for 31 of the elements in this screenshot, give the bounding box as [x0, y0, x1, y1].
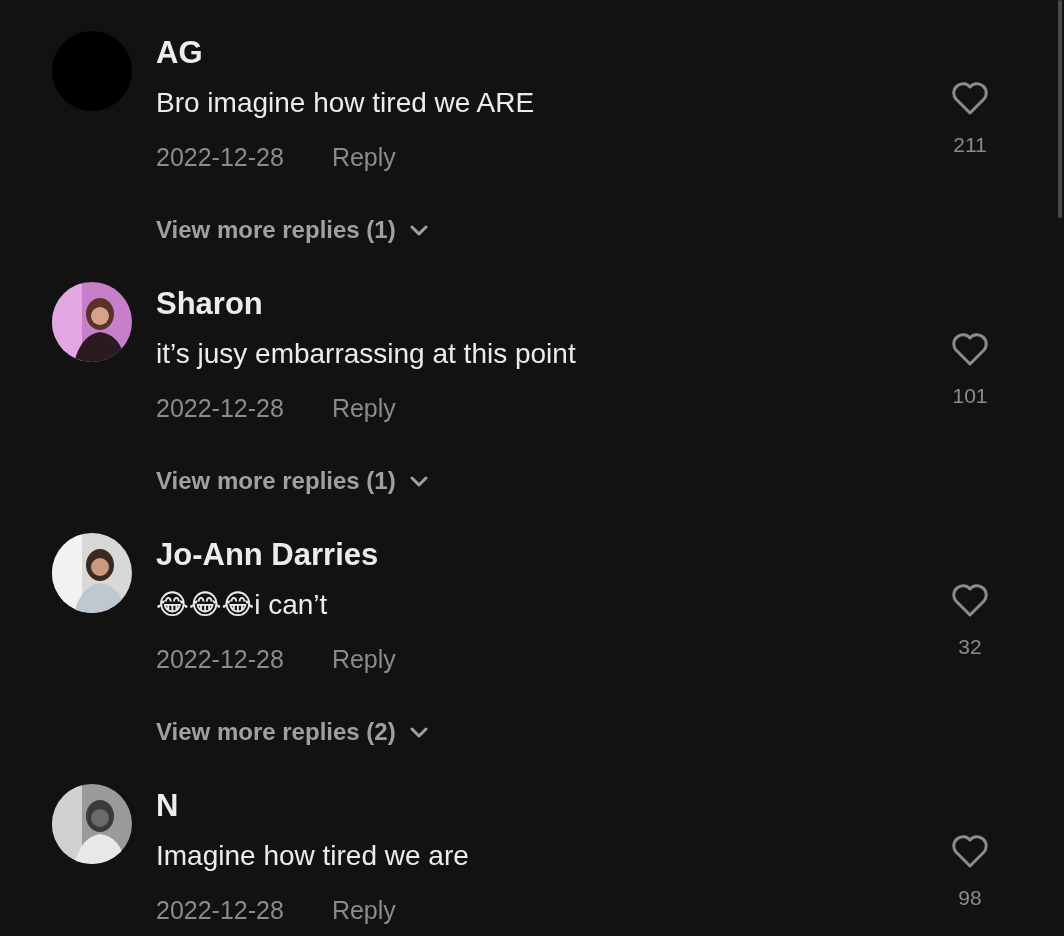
reply-link[interactable]: Reply — [331, 142, 396, 172]
heart-icon[interactable] — [951, 584, 989, 618]
view-replies-button[interactable]: View more replies (1) — [156, 210, 428, 250]
reply-link[interactable]: Reply — [331, 393, 396, 423]
like-count: 211 — [953, 133, 987, 157]
view-replies-button[interactable]: View more replies (1) — [156, 461, 428, 501]
comment-date: 2022-12-28 — [156, 895, 284, 925]
comment-date: 2022-12-28 — [156, 142, 284, 172]
like-count: 32 — [958, 635, 982, 659]
chevron-down-icon — [409, 224, 428, 236]
comment-date: 2022-12-28 — [156, 644, 284, 674]
heart-icon[interactable] — [951, 82, 989, 116]
heart-icon[interactable] — [951, 835, 989, 869]
like-count: 98 — [958, 886, 982, 910]
like-count: 101 — [952, 384, 988, 408]
scrollbar[interactable] — [1058, 0, 1062, 218]
comment-text: it’s jusy embarrassing at this point — [156, 337, 576, 371]
comment-text: Bro imagine how tired we ARE — [156, 86, 535, 120]
comment-text: Imagine how tired we are — [156, 839, 469, 873]
username[interactable]: Jo-Ann Darries — [156, 533, 379, 577]
view-replies-button[interactable]: View more replies (2) — [156, 712, 428, 752]
reply-link[interactable]: Reply — [331, 644, 396, 674]
username[interactable]: N — [156, 784, 179, 828]
reply-link[interactable]: Reply — [331, 895, 396, 925]
username[interactable]: Sharon — [156, 282, 263, 326]
username[interactable]: AG — [156, 31, 203, 75]
chevron-down-icon — [409, 726, 428, 738]
comment-text: 😂😂😂i can’t — [156, 588, 328, 622]
comment-date: 2022-12-28 — [156, 393, 284, 423]
heart-icon[interactable] — [951, 333, 989, 367]
chevron-down-icon — [409, 475, 428, 487]
